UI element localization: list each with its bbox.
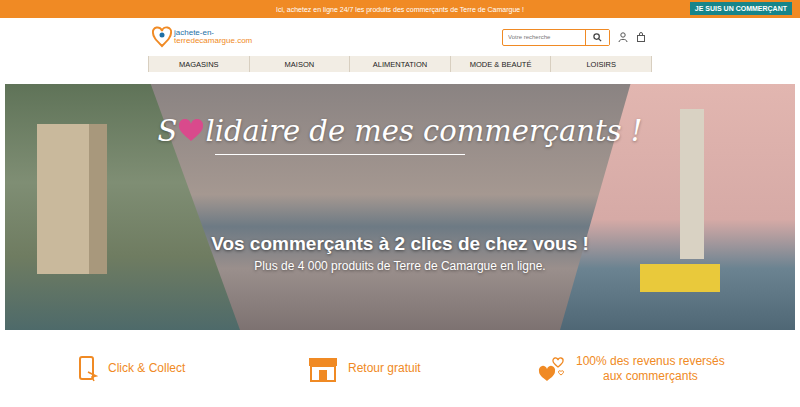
nav-item[interactable]: MAGASINS [148,56,249,72]
feature-label: aux commerçants [603,369,698,383]
nav-item[interactable]: MODE & BEAUTÉ [450,56,551,72]
tower-shape [37,124,107,274]
search-input[interactable] [503,31,585,44]
features: Click & Collect Retour gratuit 100% des re… [0,330,800,407]
user-icon[interactable] [618,32,628,42]
logo-line2: terredecamargue.com [174,37,252,45]
logo[interactable]: jachete-en-terredecamargue.com [148,26,252,48]
tower-photo [5,84,240,330]
page: Ici, achetez en ligne 24/7 les produits … [0,0,800,407]
heart-pin-icon [152,26,172,48]
nav-item[interactable]: LOISIRS [550,56,652,72]
top-message: Ici, achetez en ligne 24/7 les produits … [276,6,524,13]
logo-line1: jachete-en- [174,29,252,37]
feature-label: Retour gratuit [348,361,421,375]
banner-subline: Plus de 4 000 produits de Terre de Camar… [254,259,545,273]
shop-icon [308,356,338,382]
feature: 100% des revenus reversésaux commerçants [530,354,760,383]
nav-item[interactable]: ALIMENTATION [349,56,450,72]
hero-banner[interactable]: Slidaire de mes commerçants ! Vos commerç… [5,84,795,330]
banner-title: Slidaire de mes commerçants ! [158,114,643,148]
search-button[interactable] [585,30,609,45]
hearts-icon [538,355,566,383]
lighthouse-shape [680,109,704,259]
banner-headline: Vos commerçants à 2 clics de chez vous ! [211,233,589,255]
title-underline [215,154,465,155]
nav-item[interactable]: MAISON [249,56,350,72]
phone-icon [78,356,98,382]
feature-label: 100% des revenus reversés [576,354,725,368]
feature: Click & Collect [70,356,300,382]
boat-shape [640,264,720,292]
magnifier-icon [593,33,602,42]
bag-icon[interactable] [636,32,646,42]
feature: Retour gratuit [300,356,530,382]
feature-label: Click & Collect [108,361,185,375]
top-bar: Ici, achetez en ligne 24/7 les produits … [0,0,800,18]
header: jachete-en-terredecamargue.com [0,18,800,56]
main-nav: MAGASINSMAISONALIMENTATIONMODE & BEAUTÉL… [0,56,800,72]
merchant-button[interactable]: JE SUIS UN COMMERÇANT [690,2,792,15]
heart-icon [178,119,204,143]
search-box [502,29,610,46]
